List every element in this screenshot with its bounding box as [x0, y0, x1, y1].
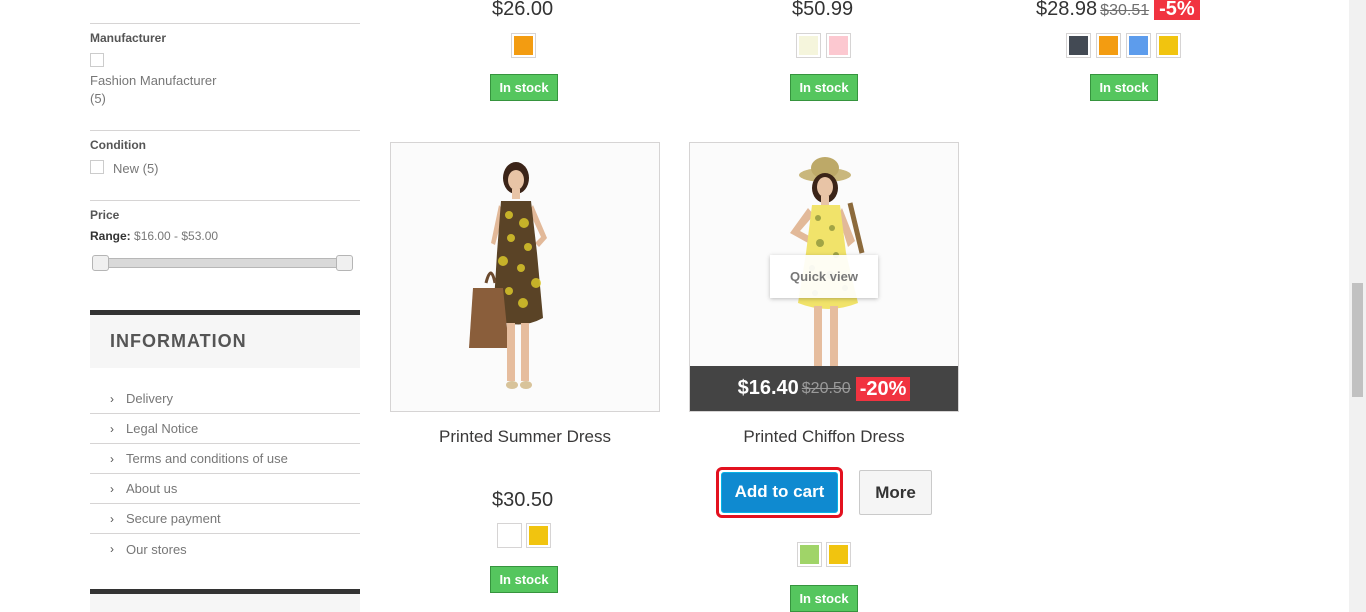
- filter-title-manufacturer: Manufacturer: [90, 31, 167, 45]
- swatch-fill: [1099, 36, 1118, 55]
- swatch-fill: [829, 545, 848, 564]
- quick-view-button[interactable]: Quick view: [770, 255, 878, 298]
- scrollbar-thumb[interactable]: [1352, 283, 1363, 397]
- old-price: $30.51: [1100, 2, 1150, 19]
- price-slider-min-handle[interactable]: [92, 255, 109, 271]
- price-overlay: $16.40 $20.50 -20%: [690, 366, 958, 411]
- color-swatch[interactable]: [1156, 33, 1181, 58]
- more-button[interactable]: More: [859, 470, 932, 515]
- color-swatch[interactable]: [826, 542, 851, 567]
- product-image-printed-summer-dress[interactable]: [390, 142, 660, 412]
- add-to-cart-button[interactable]: Add to cart: [716, 467, 843, 518]
- vertical-scrollbar[interactable]: [1349, 0, 1366, 612]
- divider: [90, 23, 360, 24]
- swatch-fill: [1129, 36, 1148, 55]
- next-sidebar-block: [90, 589, 360, 612]
- information-block: INFORMATION › Delivery › Legal Notice › Terms…: [90, 310, 360, 564]
- chevron-right-icon: ›: [110, 511, 114, 526]
- information-link-label[interactable]: Secure payment: [126, 511, 221, 526]
- information-link-label[interactable]: Our stores: [126, 542, 187, 557]
- swatch-fill: [500, 526, 519, 545]
- swatch-fill: [1069, 36, 1088, 55]
- product-price: $28.98: [1036, 0, 1098, 20]
- swatch-fill: [800, 545, 819, 564]
- chevron-right-icon: ›: [110, 451, 114, 466]
- information-link[interactable]: › Terms and conditions of use: [90, 444, 360, 474]
- color-swatch[interactable]: [1126, 33, 1151, 58]
- product-name-link[interactable]: Printed Summer Dress: [390, 427, 660, 447]
- stock-badge: In stock: [790, 585, 858, 612]
- product-price: $16.40: [737, 377, 799, 399]
- product-name-link[interactable]: Printed Chiffon Dress: [689, 427, 959, 447]
- old-price: $20.50: [801, 379, 851, 397]
- block-header: [90, 594, 360, 612]
- color-swatch[interactable]: [526, 523, 551, 548]
- swatch-fill: [1159, 36, 1178, 55]
- information-link[interactable]: › Delivery: [90, 384, 360, 414]
- swatch-fill: [514, 36, 533, 55]
- color-swatch[interactable]: [796, 33, 821, 58]
- price-range-label: Range: $16.00 - $53.00: [90, 229, 218, 243]
- filter-title-condition: Condition: [90, 138, 146, 152]
- condition-new-label[interactable]: New (5): [113, 160, 159, 178]
- range-label-prefix: Range:: [90, 229, 131, 243]
- discount-badge: -20%: [855, 376, 911, 401]
- swatch-fill: [529, 526, 548, 545]
- product-price-group: $28.98 $30.51 -5%: [1036, 0, 1200, 21]
- chevron-right-icon: ›: [110, 391, 114, 406]
- add-to-cart-label[interactable]: Add to cart: [721, 472, 838, 513]
- discount-badge: -5%: [1154, 0, 1200, 20]
- swatch-fill: [829, 36, 848, 55]
- stock-badge: In stock: [790, 74, 858, 101]
- product-image-printed-chiffon-dress[interactable]: Quick view $16.40 $20.50 -20%: [689, 142, 959, 412]
- color-swatch[interactable]: [1096, 33, 1121, 58]
- information-link-label[interactable]: Terms and conditions of use: [126, 451, 288, 466]
- stock-badge: In stock: [490, 74, 558, 101]
- manufacturer-option-label[interactable]: Fashion Manufacturer: [90, 72, 216, 90]
- information-link-label[interactable]: About us: [126, 481, 177, 496]
- chevron-right-icon: ›: [110, 542, 114, 556]
- information-link-label[interactable]: Legal Notice: [126, 421, 198, 436]
- price-slider-track[interactable]: [100, 258, 348, 268]
- dress-photo: [391, 143, 659, 411]
- information-links: › Delivery › Legal Notice › Terms and conditi…: [90, 384, 360, 564]
- manufacturer-checkbox[interactable]: [90, 53, 104, 67]
- stock-badge: In stock: [490, 566, 558, 593]
- information-link[interactable]: › Secure payment: [90, 504, 360, 534]
- information-link[interactable]: › Our stores: [90, 534, 360, 564]
- color-swatch[interactable]: [797, 542, 822, 567]
- swatch-fill: [799, 36, 818, 55]
- stock-badge: In stock: [1090, 74, 1158, 101]
- product-price: $30.50: [492, 489, 554, 511]
- divider: [90, 200, 360, 201]
- color-swatch[interactable]: [1066, 33, 1091, 58]
- manufacturer-option-count: (5): [90, 91, 106, 106]
- chevron-right-icon: ›: [110, 421, 114, 436]
- filter-title-price: Price: [90, 208, 120, 222]
- price-slider-max-handle[interactable]: [336, 255, 353, 271]
- information-link[interactable]: › About us: [90, 474, 360, 504]
- color-swatch[interactable]: [511, 33, 536, 58]
- condition-new-checkbox[interactable]: [90, 160, 104, 174]
- color-swatch[interactable]: [826, 33, 851, 58]
- information-link-label[interactable]: Delivery: [126, 391, 173, 406]
- chevron-right-icon: ›: [110, 481, 114, 496]
- information-title: INFORMATION: [90, 315, 360, 368]
- range-value: $16.00 - $53.00: [134, 229, 219, 243]
- product-price: $50.99: [792, 0, 854, 20]
- color-swatch[interactable]: [497, 523, 522, 548]
- product-price: $26.00: [492, 0, 554, 20]
- information-link[interactable]: › Legal Notice: [90, 414, 360, 444]
- divider: [90, 130, 360, 131]
